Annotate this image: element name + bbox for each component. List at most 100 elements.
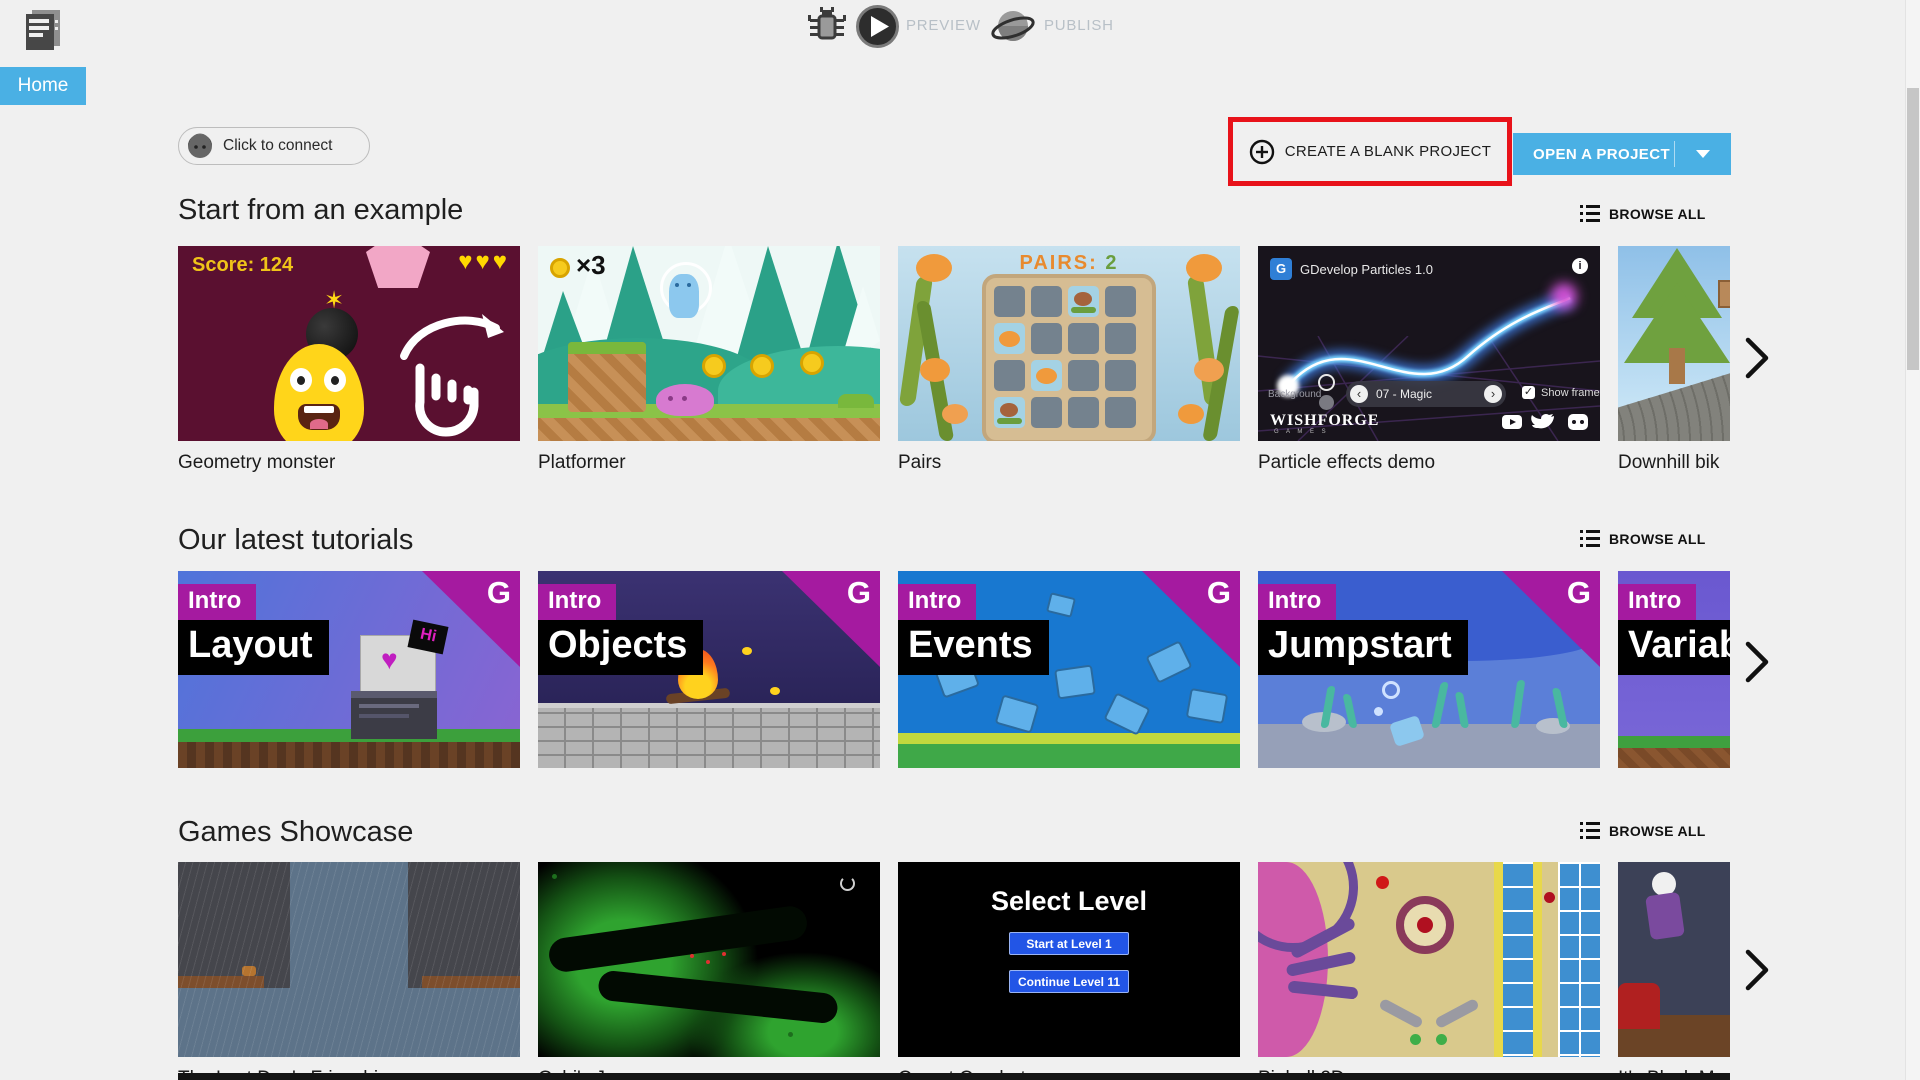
fish-decor (920, 358, 950, 382)
astronaut-character (669, 274, 699, 318)
swipe-hand-gesture-icon (400, 314, 504, 437)
pairs-tile (1105, 360, 1136, 391)
robot-sprite (1185, 687, 1229, 725)
open-project-button[interactable]: OPEN A PROJECT (1513, 133, 1731, 175)
list-icon (1580, 822, 1600, 839)
objects-panel-decor (351, 691, 437, 739)
monster-mouth (298, 404, 340, 430)
vertical-scrollbar-thumb[interactable] (1907, 88, 1919, 370)
tab-home[interactable]: Home (0, 67, 86, 105)
enemy-dot (722, 952, 726, 956)
pairs-grid (994, 286, 1136, 428)
background-option-circle (1318, 374, 1335, 391)
objects-thumbnail: G Intro Objects (538, 571, 880, 768)
tutorial-title: Variab (1618, 620, 1730, 675)
wishforge-sub-text: G A M E S (1274, 429, 1329, 435)
browse-all-examples[interactable]: BROWSE ALL (1580, 205, 1706, 222)
create-blank-project-button[interactable]: CREATE A BLANK PROJECT (1249, 139, 1491, 165)
monster-character (274, 344, 364, 441)
pairs-tile (1031, 397, 1062, 428)
prev-arrow-button: ‹ (1350, 385, 1368, 403)
background-option-circle (1319, 395, 1334, 410)
showcase-card-pinball[interactable]: Pinball 2D (1258, 862, 1600, 1080)
goal-sign: G (1718, 280, 1730, 308)
dirt-strip (1618, 748, 1730, 768)
coin-icon (750, 354, 774, 378)
tutorial-card-jumpstart[interactable]: G Intro Jumpstart (1258, 571, 1600, 768)
browse-all-tutorials[interactable]: BROWSE ALL (1580, 530, 1706, 547)
browse-all-label: BROWSE ALL (1609, 530, 1706, 547)
project-manager-icon[interactable] (20, 6, 66, 52)
publish-label[interactable]: PUBLISH (1044, 17, 1114, 34)
pairs-tile (1105, 286, 1136, 317)
panel-row-decor (359, 704, 419, 708)
horizontal-scrollbar[interactable] (178, 1073, 1730, 1080)
create-blank-project-label: CREATE A BLANK PROJECT (1284, 143, 1492, 160)
pairs-tile (1068, 360, 1099, 391)
tutorial-card-objects[interactable]: G Intro Objects (538, 571, 880, 768)
enemy-dot (690, 954, 694, 958)
example-card-geometry-monster[interactable]: Score: 124 ♥♥♥ ✶ Geometry monster (178, 246, 520, 481)
bleck-thumbnail: BLOCKS (1618, 862, 1730, 1057)
examples-row: Score: 124 ♥♥♥ ✶ Geometry monster ×3 Pla… (178, 246, 1730, 481)
platform-block (568, 342, 646, 412)
leaf-decor (1071, 307, 1096, 313)
lost-dog-thumbnail (178, 862, 520, 1057)
stacked-documents-icon (26, 10, 60, 50)
examples-next-arrow[interactable] (1744, 336, 1770, 380)
preview-button[interactable] (856, 5, 899, 48)
example-card-particle-effects[interactable]: G GDevelop Particles 1.0 i Background ‹ … (1258, 246, 1600, 481)
showcase-card-oshi[interactable]: Oshi's Journey (538, 862, 880, 1080)
pairs-tile-snail (994, 397, 1025, 428)
showcase-card-lost-dog[interactable]: The Lost Dog's Frienship (178, 862, 520, 1080)
platformer-thumbnail: ×3 (538, 246, 880, 441)
bubble-decor (1374, 707, 1383, 716)
monster-tongue (310, 419, 328, 429)
pinball-thumbnail (1258, 862, 1600, 1057)
example-card-platformer[interactable]: ×3 Platformer (538, 246, 880, 481)
bumper-core (1417, 917, 1433, 933)
showcase-card-bleck[interactable]: BLOCKS It's Bleck Ma (1618, 862, 1730, 1080)
select-level-title: Select Level (990, 886, 1148, 916)
geometry-monster-thumbnail: Score: 124 ♥♥♥ ✶ (178, 246, 520, 441)
snail-decor (1000, 403, 1018, 417)
example-card-pairs[interactable]: PAIRS: 2 Pairs (898, 246, 1240, 481)
blue-tile-column (1558, 862, 1600, 1057)
monster-pupil (297, 376, 305, 385)
layout-thumbnail: ♥ Hi G Intro Layout (178, 571, 520, 768)
dirt-strip (178, 742, 520, 768)
showcase-card-comet-combat[interactable]: Select Level Start at Level 1 Continue L… (898, 862, 1240, 1080)
chevron-down-icon[interactable] (1696, 150, 1710, 158)
flipper-decor (1434, 997, 1480, 1030)
pairs-tile-snail (1068, 286, 1099, 317)
tutorial-card-variables[interactable]: +1 G Intro Variab (1618, 571, 1730, 768)
play-icon (856, 5, 899, 48)
vertical-scrollbar-track[interactable] (1905, 0, 1920, 1080)
showcase-next-arrow[interactable] (1744, 948, 1770, 992)
panel-row-decor (359, 714, 409, 718)
social-icons (1502, 414, 1588, 430)
publish-button[interactable] (990, 4, 1036, 50)
create-blank-project-annotation: CREATE A BLANK PROJECT (1228, 117, 1512, 186)
slime-character (656, 384, 714, 416)
heart-sprite: ♥ (381, 644, 398, 675)
events-thumbnail: G Intro Events (898, 571, 1240, 768)
tutorial-card-events[interactable]: G Intro Events (898, 571, 1240, 768)
debug-button[interactable] (806, 6, 848, 48)
plus-circle-icon (1249, 139, 1274, 164)
pairs-tile-fish (994, 323, 1025, 354)
connect-button[interactable]: Click to connect (178, 127, 370, 165)
pairs-label: PAIRS: (1019, 252, 1098, 274)
seaweed-decor (1454, 692, 1470, 728)
planet-icon (991, 11, 1035, 41)
preview-label[interactable]: PREVIEW (906, 17, 981, 34)
example-card-downhill-bike[interactable]: G Downhill bik (1618, 246, 1730, 481)
bumper-decor (1396, 896, 1454, 954)
blue-tile-column (1503, 862, 1533, 1057)
tutorial-card-layout[interactable]: ♥ Hi G Intro Layout (178, 571, 520, 768)
tutorials-next-arrow[interactable] (1744, 640, 1770, 684)
browse-all-showcase[interactable]: BROWSE ALL (1580, 822, 1706, 839)
bush-decor (838, 394, 874, 408)
slime-eye (668, 396, 673, 401)
coin-icon (702, 354, 726, 378)
